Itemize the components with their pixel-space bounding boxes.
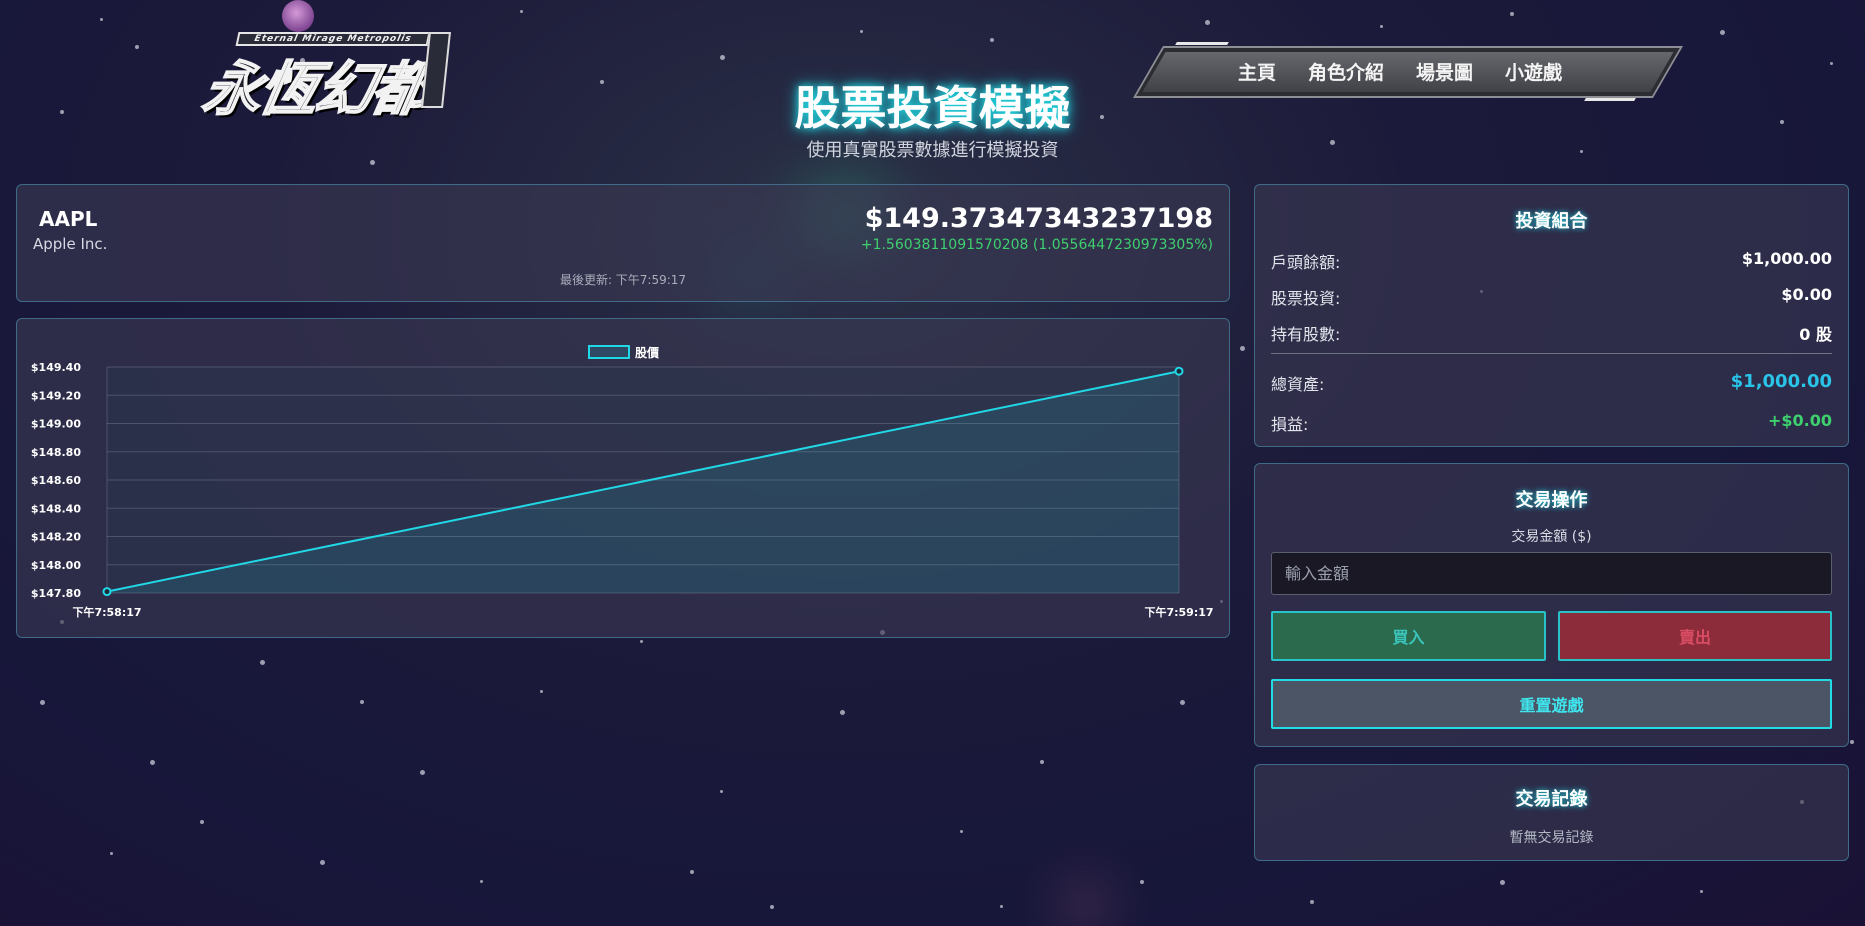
star — [1205, 20, 1210, 25]
balance-label: 戶頭餘額: — [1271, 253, 1341, 272]
balance-row: 戶頭餘額: $1,000.00 — [1271, 249, 1832, 273]
star — [690, 870, 694, 874]
star — [960, 830, 963, 833]
star — [540, 690, 543, 693]
star — [480, 880, 483, 883]
star — [1000, 905, 1003, 908]
star — [40, 700, 45, 705]
y-tick-label: $148.40 — [31, 502, 81, 515]
star — [1140, 880, 1144, 884]
shares-row: 持有股數: 0 股 — [1271, 321, 1832, 345]
star — [990, 38, 994, 42]
y-tick-label: $148.80 — [31, 446, 81, 459]
star — [840, 710, 845, 715]
history-title: 交易記錄 — [1515, 789, 1588, 810]
divider — [1271, 353, 1832, 354]
amount-input[interactable] — [1271, 552, 1832, 595]
y-tick-label: $148.00 — [31, 559, 81, 572]
y-tick-label: $148.20 — [31, 531, 81, 544]
star — [420, 770, 425, 775]
nav-accent — [1175, 42, 1229, 45]
pnl-row: 損益: +$0.00 — [1271, 411, 1832, 435]
star — [640, 640, 643, 643]
star — [200, 820, 204, 824]
company-name: Apple Inc. — [33, 235, 108, 253]
star — [770, 905, 774, 909]
buy-button[interactable]: 買入 — [1271, 611, 1546, 661]
star — [100, 18, 103, 21]
shares-value: 0 股 — [1799, 325, 1832, 344]
total-assets-label: 總資產: — [1271, 375, 1325, 394]
star — [1700, 890, 1703, 893]
legend-label: 股價 — [635, 345, 660, 360]
sell-button[interactable]: 賣出 — [1558, 611, 1832, 661]
star — [110, 852, 113, 855]
star — [1510, 12, 1514, 16]
price-chart: $147.80 $148.00 $148.20 $148.40 $148.60 $148.… — [31, 345, 1214, 619]
star — [1310, 900, 1314, 904]
y-tick-label: $147.80 — [31, 587, 81, 600]
page-title: 股票投資模擬 — [794, 81, 1071, 135]
total-assets-row: 總資產: $1,000.00 — [1271, 371, 1832, 395]
legend-swatch — [588, 345, 630, 359]
star — [720, 790, 723, 793]
total-assets-value: $1,000.00 — [1730, 371, 1832, 392]
star — [1850, 740, 1854, 744]
star — [1180, 700, 1185, 705]
star — [1240, 346, 1245, 351]
stock-ticker: AAPL — [39, 207, 98, 231]
star — [135, 45, 139, 49]
trade-panel: 交易操作 交易金額 ($) 買入 賣出 重置遊戲 — [1254, 463, 1849, 747]
pnl-label: 損益: — [1271, 415, 1309, 434]
star — [520, 10, 523, 13]
star — [1380, 25, 1383, 28]
logo-moon-icon — [282, 0, 314, 32]
stock-info-panel: AAPL Apple Inc. $149.37347343237198 +1.5… — [16, 184, 1230, 302]
history-empty-message: 暫無交易記錄 — [1509, 830, 1594, 846]
star — [1830, 62, 1833, 65]
y-tick-label: $148.60 — [31, 474, 81, 487]
price-chart-panel: $147.80 $148.00 $148.20 $148.40 $148.60 $148.… — [16, 318, 1230, 638]
trade-title: 交易操作 — [1515, 490, 1588, 511]
star — [320, 860, 325, 865]
data-point — [1174, 366, 1184, 376]
investment-row: 股票投資: $0.00 — [1271, 285, 1832, 309]
data-point — [102, 587, 112, 597]
investment-value: $0.00 — [1781, 285, 1832, 304]
shares-label: 持有股數: — [1271, 325, 1341, 344]
portfolio-title: 投資組合 — [1515, 211, 1588, 232]
balance-value: $1,000.00 — [1741, 249, 1832, 268]
star — [720, 55, 725, 60]
x-tick-label: 下午7:59:17 — [1144, 605, 1213, 619]
last-updated: 最後更新: 下午7:59:17 — [559, 273, 687, 287]
planet-glow — [1070, 890, 1100, 920]
trade-history-panel: 交易記錄 暫無交易記錄 — [1254, 764, 1849, 861]
y-tick-label: $149.20 — [31, 389, 81, 402]
star — [1500, 880, 1505, 885]
star — [1720, 30, 1725, 35]
portfolio-panel: 投資組合 戶頭餘額: $1,000.00 股票投資: $0.00 持有股數: 0… — [1254, 184, 1849, 447]
star — [1040, 760, 1044, 764]
star — [360, 700, 364, 704]
x-tick-label: 下午7:58:17 — [72, 605, 141, 619]
y-tick-label: $149.40 — [31, 361, 81, 374]
star — [860, 30, 863, 33]
star — [150, 760, 155, 765]
investment-label: 股票投資: — [1271, 289, 1341, 308]
price-change: +1.5603811091570208 (1.0556447230973305%… — [860, 237, 1213, 253]
y-tick-label: $149.00 — [31, 418, 81, 431]
reset-game-button[interactable]: 重置遊戲 — [1271, 679, 1832, 729]
page-subtitle: 使用真實股票數據進行模擬投資 — [806, 140, 1059, 161]
star — [260, 660, 265, 665]
stock-price: $149.37347343237198 — [864, 203, 1213, 234]
pnl-value: +$0.00 — [1767, 411, 1832, 430]
amount-label: 交易金額 ($) — [1511, 529, 1592, 545]
